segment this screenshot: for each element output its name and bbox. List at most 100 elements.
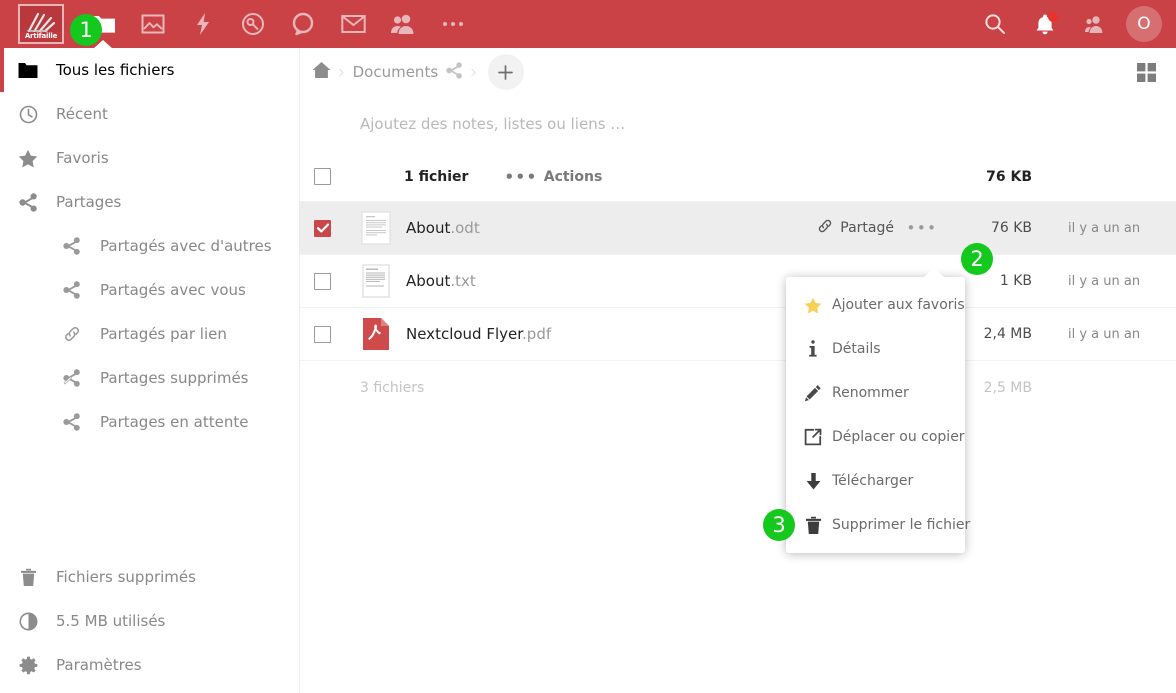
link-icon [817, 218, 833, 238]
menu-item-delete-file[interactable]: Supprimer le fichier [786, 503, 970, 547]
step-badge-3: 3 [763, 509, 795, 541]
nav-talk-app[interactable] [278, 0, 328, 48]
file-actions-context-menu: Ajouter aux favoris Détails Renommer Dép… [786, 268, 970, 553]
top-header-bar: Artifaille O [0, 0, 1176, 48]
bulk-actions-button[interactable]: ••• Actions [504, 168, 602, 186]
share-label: Partagé [840, 220, 894, 236]
files-table: 1 fichier ••• Actions 76 KB About.odt Pa… [300, 152, 1176, 414]
row-actions-menu-button[interactable]: ••• [904, 219, 940, 237]
nav-passwords-app[interactable] [228, 0, 278, 48]
menu-label: Supprimer le fichier [832, 517, 971, 533]
sidebar-label: 5.5 MB utilisés [56, 612, 166, 630]
share-icon [56, 237, 88, 255]
gear-icon [12, 656, 44, 675]
nav-activity-app[interactable] [178, 0, 228, 48]
speech-bubble-icon [291, 12, 316, 37]
trash-icon [798, 516, 828, 535]
grid-view-icon [1136, 62, 1156, 82]
sidebar-item-shared-with-you[interactable]: Partagés avec vous [0, 268, 299, 312]
user-avatar[interactable]: O [1126, 6, 1162, 42]
menu-label: Déplacer ou copier [832, 429, 965, 445]
sidebar-item-all-files[interactable]: Tous les fichiers [0, 48, 299, 92]
breadcrumb-folder[interactable]: Documents [353, 63, 439, 81]
link-icon [56, 325, 88, 343]
sidebar-item-pending-shares[interactable]: Partages en attente [0, 400, 299, 444]
new-file-button[interactable] [487, 54, 524, 90]
sidebar-item-shared-by-link[interactable]: Partagés par lien [0, 312, 299, 356]
row-checkbox[interactable] [314, 219, 331, 237]
people-icon [390, 13, 416, 35]
row-checkbox[interactable] [314, 325, 331, 343]
sidebar-item-settings[interactable]: Paramètres [0, 643, 299, 687]
table-row[interactable]: About.txt 1 KB il y a un an [300, 255, 1176, 308]
sidebar-item-shared-with-others[interactable]: Partagés avec d'autres [0, 224, 299, 268]
share-icon [12, 192, 44, 212]
info-icon [798, 340, 828, 358]
image-icon [141, 13, 165, 35]
menu-item-details[interactable]: Détails [786, 327, 965, 371]
sidebar-item-recent[interactable]: Récent [0, 92, 299, 136]
step-badge-2: 2 [961, 243, 993, 275]
row-share-indicator[interactable]: Partagé [817, 218, 894, 238]
select-all-checkbox[interactable] [314, 168, 331, 185]
key-circle-icon [241, 12, 265, 36]
ellipsis-icon: ••• [906, 219, 938, 237]
nav-mail-app[interactable] [328, 0, 378, 48]
search-icon [984, 13, 1006, 35]
checkmark-icon [316, 223, 329, 233]
sidebar-item-favorites[interactable]: Favoris [0, 136, 299, 180]
plus-icon [498, 64, 514, 80]
contacts-menu-button[interactable] [1070, 0, 1120, 48]
sidebar-label: Favoris [56, 149, 109, 167]
breadcrumb-share-icon-wrap[interactable] [446, 61, 463, 83]
menu-label: Renommer [832, 385, 909, 401]
notes-input[interactable]: Ajoutez des notes, listes ou liens … [300, 96, 1176, 152]
external-link-icon [798, 428, 828, 446]
actions-label: Actions [543, 168, 603, 185]
notification-badge [1048, 12, 1058, 22]
grid-view-toggle[interactable] [1128, 54, 1164, 90]
notifications-button[interactable] [1020, 0, 1070, 48]
nav-contacts-app[interactable] [378, 0, 428, 48]
odt-document-thumbnail [360, 211, 392, 245]
table-row[interactable]: About.odt Partagé ••• 76 KB il y a un an [300, 202, 1176, 255]
star-icon [798, 297, 828, 314]
envelope-icon [340, 14, 366, 34]
nav-photos-app[interactable] [128, 0, 178, 48]
menu-item-add-to-favorites[interactable]: Ajouter aux favoris [786, 283, 965, 327]
notes-placeholder: Ajoutez des notes, listes ou liens … [360, 115, 626, 133]
sidebar-item-deleted-files[interactable]: Fichiers supprimés [0, 555, 299, 599]
sidebar-label: Partages supprimés [100, 369, 249, 387]
star-icon [12, 149, 44, 168]
sidebar-bottom-section: Fichiers supprimés 5.5 MB utilisés Param… [0, 555, 299, 693]
menu-item-rename[interactable]: Renommer [786, 371, 965, 415]
nextcloud-files-window: Artifaille O Tous les fichiers Récent Fa… [0, 0, 1176, 693]
sidebar-item-shares[interactable]: Partages [0, 180, 299, 224]
row-select-cell [314, 272, 360, 290]
menu-label: Ajouter aux favoris [832, 297, 965, 313]
sidebar-label: Partagés avec d'autres [100, 237, 272, 255]
quota-pie-icon [12, 612, 44, 631]
row-size: 76 KB [990, 220, 1032, 236]
breadcrumb-separator: › [338, 61, 346, 83]
header-size-cell: 76 KB [986, 168, 1032, 185]
table-row[interactable]: Nextcloud Flyer.pdf 2,4 MB il y a un an [300, 308, 1176, 361]
home-icon [312, 61, 331, 83]
table-header-row: 1 fichier ••• Actions 76 KB [300, 152, 1176, 202]
app-logo[interactable]: Artifaille [18, 4, 64, 44]
ellipsis-icon: ••• [504, 167, 538, 186]
sidebar-label: Fichiers supprimés [56, 568, 196, 586]
menu-item-download[interactable]: Télécharger [786, 459, 965, 503]
sidebar-item-deleted-shares[interactable]: Partages supprimés [0, 356, 299, 400]
breadcrumb-home[interactable] [312, 61, 331, 83]
sidebar-label: Partagés avec vous [100, 281, 246, 299]
lightning-icon [194, 12, 212, 36]
menu-item-move-or-copy[interactable]: Déplacer ou copier [786, 415, 965, 459]
row-select-cell [314, 325, 360, 343]
contacts-icon [1084, 14, 1106, 34]
sidebar-item-quota[interactable]: 5.5 MB utilisés [0, 599, 299, 643]
search-button[interactable] [970, 0, 1020, 48]
nav-more-apps[interactable] [428, 0, 478, 48]
row-checkbox[interactable] [314, 272, 331, 290]
row-name-cell: About.odt [360, 211, 817, 245]
